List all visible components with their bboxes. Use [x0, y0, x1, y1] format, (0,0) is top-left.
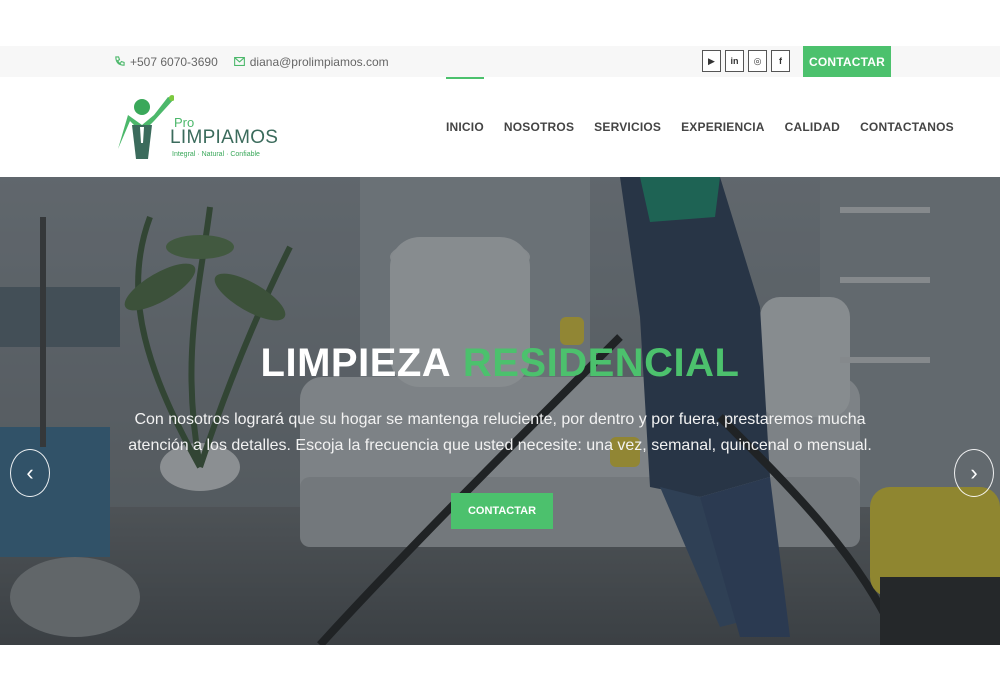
logo-tagline: Integral · Natural · Confiable: [172, 151, 260, 158]
hero-title: LIMPIEZA RESIDENCIAL: [0, 341, 1000, 386]
site-header: Pro LIMPIAMOS Integral · Natural · Confi…: [0, 77, 1000, 177]
hero-slider: LIMPIEZA RESIDENCIAL Con nosotros lograr…: [0, 177, 1000, 645]
instagram-icon[interactable]: ◎: [748, 50, 767, 72]
logo-figure-icon: [118, 95, 174, 159]
chevron-left-icon: ‹: [26, 460, 34, 485]
mail-icon: [233, 57, 245, 66]
nav-item-nosotros[interactable]: NOSOTROS: [494, 77, 584, 177]
linkedin-icon[interactable]: in: [725, 50, 744, 72]
slider-prev-button[interactable]: ‹: [10, 449, 50, 497]
slider-next-button[interactable]: ›: [954, 449, 994, 497]
hero-title-plain: LIMPIEZA: [260, 341, 452, 385]
email-address: diana@prolimpiamos.com: [249, 54, 389, 69]
main-nav: INICIO NOSOTROS SERVICIOS EXPERIENCIA CA…: [436, 77, 964, 177]
youtube-icon[interactable]: ▶: [702, 50, 721, 72]
hero-contact-button[interactable]: CONTACTAR: [451, 493, 553, 529]
email-item[interactable]: diana@prolimpiamos.com: [233, 54, 389, 69]
site-logo[interactable]: Pro LIMPIAMOS Integral · Natural · Confi…: [114, 93, 278, 163]
phone-number: +507 6070-3690: [130, 54, 218, 69]
nav-item-inicio[interactable]: INICIO: [436, 77, 494, 177]
nav-item-calidad[interactable]: CALIDAD: [775, 77, 850, 177]
logo-brand-text: LIMPIAMOS: [170, 127, 279, 148]
phone-item[interactable]: +507 6070-3690: [114, 55, 218, 69]
hero-title-accent: RESIDENCIAL: [462, 341, 740, 385]
top-info-bar: +507 6070-3690 diana@prolimpiamos.com ▶ …: [0, 46, 1000, 77]
facebook-icon[interactable]: f: [771, 50, 790, 72]
chevron-right-icon: ›: [970, 460, 978, 485]
nav-item-experiencia[interactable]: EXPERIENCIA: [671, 77, 775, 177]
hero-description: Con nosotros logrará que su hogar se man…: [128, 411, 872, 454]
nav-item-contactanos[interactable]: CONTACTANOS: [850, 77, 964, 177]
nav-item-servicios[interactable]: SERVICIOS: [584, 77, 671, 177]
social-links: ▶ in ◎ f: [702, 50, 790, 72]
top-contact-button[interactable]: CONTACTAR: [803, 46, 891, 77]
contact-info: +507 6070-3690 diana@prolimpiamos.com: [114, 46, 405, 77]
phone-icon: [114, 56, 125, 67]
